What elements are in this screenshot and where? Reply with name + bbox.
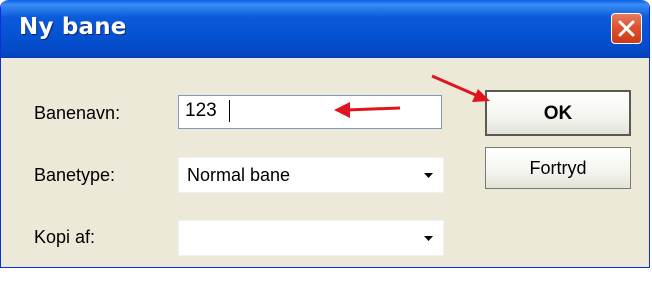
banenavn-label: Banenavn:: [34, 103, 121, 123]
banetype-selected-value: Normal bane: [187, 165, 291, 185]
dropdown-arrow-icon: [424, 173, 433, 178]
dropdown-arrow-icon: [424, 236, 433, 241]
banenavn-input[interactable]: 123: [178, 95, 442, 129]
banetype-dropdown-button[interactable]: [417, 162, 439, 188]
text-caret: [229, 100, 230, 122]
kopi-af-label: Kopi af:: [34, 227, 96, 247]
window-title: Ny bane: [19, 14, 127, 40]
ok-button[interactable]: OK: [485, 90, 631, 136]
kopi-af-dropdown-button[interactable]: [417, 225, 439, 251]
banetype-label: Banetype:: [34, 165, 116, 185]
kopi-af-select[interactable]: [178, 220, 444, 256]
banetype-select[interactable]: Normal bane: [178, 157, 444, 193]
dialog-window: Ny bane Banenavn: 123 Banetype: Normal b…: [0, 0, 650, 268]
close-icon: [618, 20, 635, 37]
background-strip: [0, 268, 652, 286]
title-bar[interactable]: Ny bane: [1, 0, 649, 58]
cancel-button[interactable]: Fortryd: [485, 147, 631, 189]
close-button[interactable]: [611, 13, 642, 44]
